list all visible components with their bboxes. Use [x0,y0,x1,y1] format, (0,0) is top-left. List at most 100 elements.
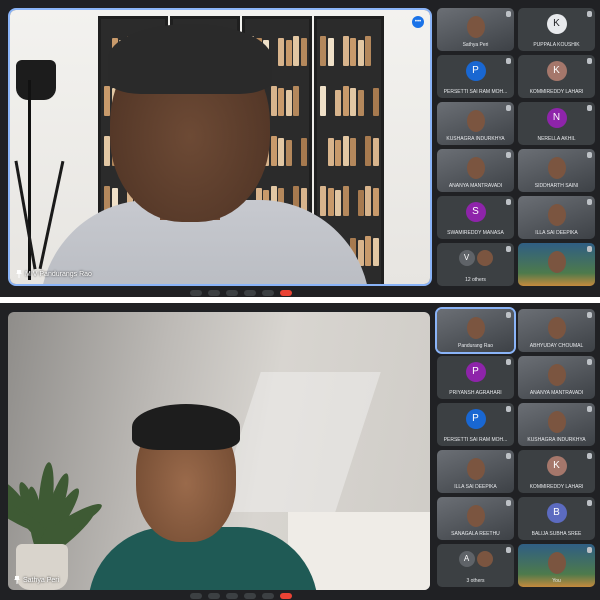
end-call-button[interactable] [280,593,292,599]
participant-tile[interactable]: ILLA SAI DEEPIKA [437,450,514,493]
book [320,36,326,66]
participant-face [547,552,566,574]
camera-button[interactable] [208,290,220,296]
book [320,86,326,116]
participant-tile[interactable]: S SWAMIREDDY MANASA [437,196,514,239]
pin-icon [16,270,22,278]
book [372,138,379,166]
camera-button[interactable] [208,593,220,599]
participant-grid: Sathya Peri K PUPPALA KOUSHIK P PERSETTI SAI… [437,8,595,286]
participant-tile[interactable]: You [518,544,595,587]
participant-tile[interactable]: SANAGALA REETHU [437,497,514,540]
participant-tile[interactable]: K KOMMIREDDY LAHARI [518,55,595,98]
speaker-video [10,10,430,284]
participant-name: ANANYA MANTRAVADI [448,183,503,189]
present-button[interactable] [244,290,256,296]
participant-tile[interactable]: ILLA SAI DEEPIKA [518,196,595,239]
participant-tile[interactable]: K KOMMIREDDY LAHARI [518,450,595,493]
book [365,186,371,216]
participant-name: SIDDHARTH SAINI [534,183,579,189]
speaker-name: M V Pandurangs Rao [25,270,92,278]
more-button[interactable] [262,593,274,599]
participant-tile[interactable]: K PUPPALA KOUSHIK [518,8,595,51]
speaker-hair [108,24,272,94]
avatar-photo [476,551,493,567]
participant-name: NERELLA AKHIL [537,136,576,142]
more-button[interactable] [262,290,274,296]
mic-off-icon [587,199,592,205]
book [278,138,284,166]
participant-tile[interactable]: P PERSETTI SAI RAM MOH... [437,55,514,98]
participant-tile[interactable]: ANANYA MANTRAVADI [518,356,595,399]
participant-tile[interactable]: SIDDHARTH SAINI [518,149,595,192]
mic-off-icon [506,152,511,158]
participant-tile[interactable]: ABHYUDAY CHOUMAL [518,309,595,352]
participant-tile[interactable]: V 12 others [437,243,514,286]
participant-name: 12 others [465,277,486,283]
participant-name: KUSHAGRA INDURKHYA [446,136,505,142]
participant-name: 3 others [466,578,485,584]
book [335,140,341,166]
participant-tile[interactable]: Sathya Peri [437,8,514,51]
book [327,188,334,216]
participant-tile[interactable]: P PRIYANSH AGRAHARI [437,356,514,399]
mic-off-icon [587,105,592,111]
participant-name: Pandurang Rao [457,343,494,349]
participant-tile[interactable]: A 3 others [437,544,514,587]
present-button[interactable] [244,593,256,599]
book [342,136,349,166]
mic-button[interactable] [190,290,202,296]
participant-tile[interactable]: N NERELLA AKHIL [518,102,595,145]
main-speaker-tile[interactable]: ••• M V Pandurangs Rao [8,8,432,286]
participant-name: ABHYUDAY CHOUMAL [529,343,584,349]
participant-tile[interactable]: KUSHAGRA INDURKHYA [437,102,514,145]
participant-tile[interactable]: ANANYA MANTRAVADI [437,149,514,192]
avatar: K [546,14,567,34]
avatar: P [465,409,486,429]
participant-face [466,317,485,339]
speaker-hair [132,404,240,450]
more-options-icon[interactable]: ••• [412,16,424,28]
end-call-button[interactable] [280,290,292,296]
participant-tile[interactable]: KUSHAGRA INDURKHYA [518,403,595,446]
participant-face [466,157,485,179]
speaker-name-tag: Sathya Peri [14,576,59,584]
lamp-leg [14,160,37,270]
book [365,36,371,66]
book [342,86,349,116]
avatar: P [465,61,486,81]
book [278,38,284,66]
mic-off-icon [587,500,592,506]
participant-name: ILLA SAI DEEPIKA [535,230,578,236]
mic-off-icon [587,406,592,412]
lamp [16,60,56,100]
mic-off-icon [587,312,592,318]
participant-face [466,110,485,132]
book [365,236,371,266]
captions-button[interactable] [226,593,238,599]
participant-name: KOMMIREDDY LAHARI [529,484,584,490]
avatar: S [465,202,486,222]
avatar-photo [476,250,493,266]
participant-face [547,317,566,339]
book [350,88,356,116]
participant-tile[interactable]: P PERSETTI SAI RAM MOH... [437,403,514,446]
participant-face [466,458,485,480]
participant-grid: Pandurang Rao ABHYUDAY CHOUMAL P PRIYANSH A… [435,307,595,587]
avatar: N [546,108,567,128]
mic-button[interactable] [190,593,202,599]
participant-name: KUSHAGRA INDURKHYA [527,437,586,443]
captions-button[interactable] [226,290,238,296]
book [278,88,284,116]
participant-tile[interactable]: B BALIJA SUBHA SREE [518,497,595,540]
participant-face [547,411,566,433]
book [365,136,371,166]
book [285,140,292,166]
participant-face [466,16,485,38]
main-speaker-tile[interactable]: Sathya Peri [6,310,432,592]
participant-tile[interactable]: Pandurang Rao [435,307,516,354]
participant-tile[interactable] [518,243,595,286]
book [357,90,364,116]
mic-off-icon [587,359,592,365]
book [104,86,110,116]
